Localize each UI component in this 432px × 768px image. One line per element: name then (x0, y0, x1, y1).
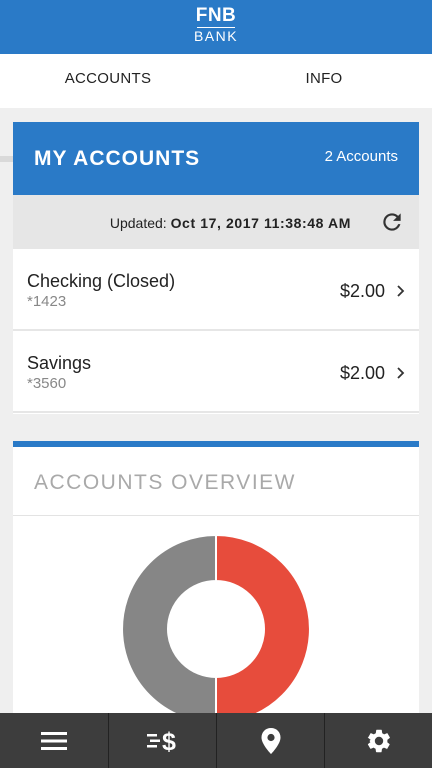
accounts-count: 2 Accounts (324, 148, 398, 165)
accounts-donut-chart (121, 534, 311, 724)
svg-text:$: $ (162, 728, 176, 755)
nav-locations-button[interactable] (217, 713, 325, 768)
accounts-overview-card: ACCOUNTS OVERVIEW (13, 441, 419, 724)
logo-subtext: BANK (193, 28, 239, 44)
updated-label: Updated: (109, 215, 167, 231)
my-accounts-header: MY ACCOUNTS 2 Accounts (13, 122, 419, 195)
refresh-icon[interactable] (379, 209, 405, 235)
nav-menu-button[interactable] (0, 713, 108, 768)
my-accounts-card: MY ACCOUNTS 2 Accounts Updated: Oct 17, … (13, 122, 419, 414)
gear-icon (367, 729, 390, 752)
updated-timestamp: Updated: Oct 17, 2017 11:38:48 AM (110, 215, 351, 231)
transfer-money-icon: $ (147, 728, 176, 755)
tab-info[interactable]: INFO (216, 54, 432, 108)
account-balance: $2.00 (339, 281, 385, 301)
overview-title: ACCOUNTS OVERVIEW (34, 471, 296, 494)
account-row-savings[interactable]: Savings *3560 $2.00 (13, 331, 419, 413)
account-number: *1423 (27, 293, 67, 310)
my-accounts-title: MY ACCOUNTS (34, 147, 201, 170)
updated-value: Oct 17, 2017 11:38:48 AM (170, 215, 351, 231)
menu-icon (41, 731, 67, 750)
logo-text: FNB (195, 5, 237, 26)
account-name: Savings (27, 353, 92, 373)
nav-transfer-button[interactable]: $ (109, 713, 217, 768)
tab-accounts[interactable]: ACCOUNTS (0, 54, 216, 108)
nav-settings-button[interactable] (325, 713, 432, 768)
chevron-right-icon (397, 367, 405, 379)
location-pin-icon (261, 727, 281, 754)
overview-divider (13, 515, 419, 516)
account-row-checking[interactable]: Checking (Closed) *1423 $2.00 (13, 249, 419, 331)
donut-slice-0 (215, 534, 311, 724)
updated-row: Updated: Oct 17, 2017 11:38:48 AM (13, 195, 419, 249)
chevron-right-icon (397, 285, 405, 297)
account-balance: $2.00 (339, 363, 385, 383)
account-name: Checking (Closed) (27, 271, 176, 291)
app-header: FNB BANK (0, 0, 432, 54)
tab-bar: ACCOUNTS INFO (0, 54, 432, 162)
bottom-nav: $ (0, 713, 432, 768)
account-number: *3560 (27, 375, 67, 392)
donut-slice-1 (121, 534, 217, 724)
